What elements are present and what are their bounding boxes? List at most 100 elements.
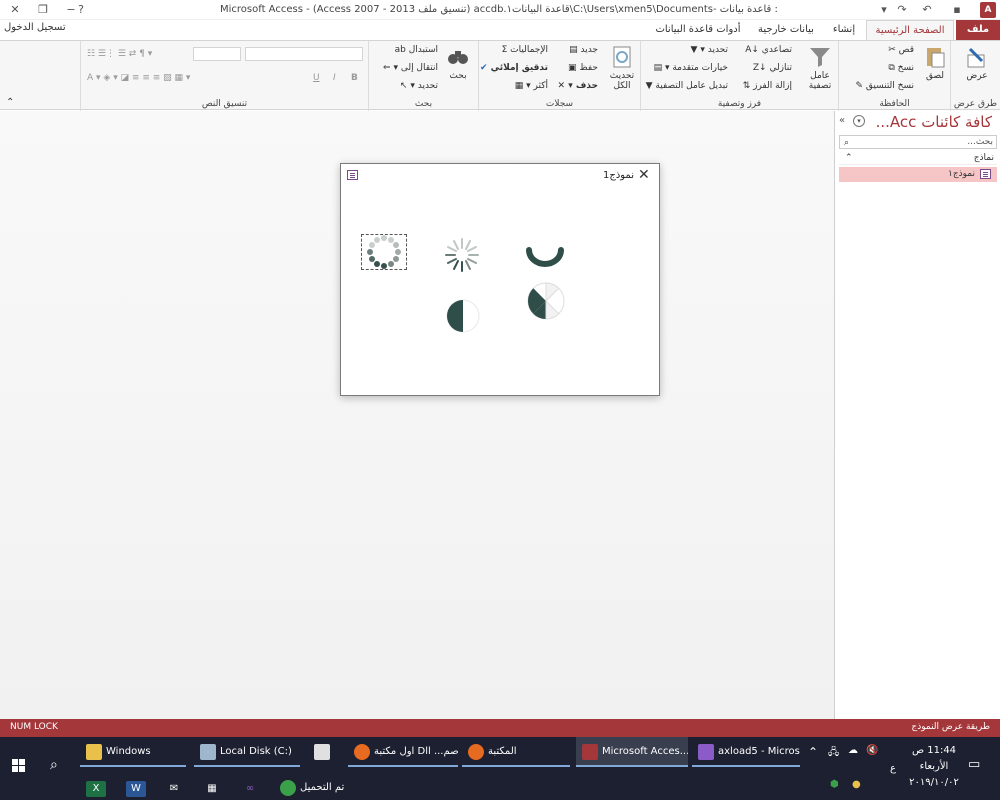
toggle-filter-icon: ▼ xyxy=(645,81,653,91)
selection-button[interactable]: تحديد ▾ ▼ xyxy=(691,45,728,55)
taskbar-item-firefox-2[interactable]: المكتبة xyxy=(462,737,570,767)
customize-qat-icon[interactable]: ▾ xyxy=(878,2,890,18)
nav-search-input[interactable]: بحث... ⌕ xyxy=(839,135,997,149)
taskbar-item-store[interactable] xyxy=(308,737,344,767)
view-button[interactable]: عرض xyxy=(961,45,993,81)
nav-search-placeholder: بحث... xyxy=(967,137,993,147)
group-label: طرق عرض xyxy=(953,99,998,109)
totals-button[interactable]: الإجماليات Σ xyxy=(502,45,548,55)
filter-button[interactable]: عامل تصفية xyxy=(803,45,837,91)
network-icon[interactable]: 🖧 xyxy=(828,745,839,762)
windows-start-icon[interactable] xyxy=(12,759,26,773)
more-button[interactable]: أكثر ▾ ▦ xyxy=(515,81,548,91)
collapse-ribbon-icon[interactable]: ⌃ xyxy=(6,97,14,108)
cut-button[interactable]: قص ✂ xyxy=(888,45,914,55)
show-hidden-icons-icon[interactable]: ⌃ xyxy=(808,745,818,759)
tab-database-tools[interactable]: أدوات قاعدة البيانات xyxy=(648,20,748,40)
font-name-select[interactable] xyxy=(245,47,363,61)
shield-icon[interactable]: ⬢ xyxy=(830,779,839,790)
spinner-dots-ring[interactable] xyxy=(361,234,407,270)
taskbar-item-access[interactable]: Microsoft Acces... xyxy=(576,737,688,767)
help-icon[interactable]: ? xyxy=(66,0,96,20)
group-label: بحث xyxy=(414,99,433,109)
search-icon[interactable]: ⌕ xyxy=(844,137,849,149)
goto-icon: ⇐ xyxy=(383,63,391,73)
italic-button[interactable]: I xyxy=(333,73,336,83)
taskbar-item-label: Local Disk (C:) xyxy=(220,746,292,757)
tab-create[interactable]: إنشاء xyxy=(824,20,864,40)
notifications-icon[interactable]: ▭ xyxy=(968,757,980,772)
volume-muted-icon[interactable]: 🔇 xyxy=(866,745,878,756)
tab-external-data[interactable]: بيانات خارجية xyxy=(750,20,822,40)
brush-icon: ✎ xyxy=(855,81,863,91)
search-icon[interactable]: ⌕ xyxy=(50,757,58,773)
language-indicator[interactable]: ع xyxy=(890,763,896,774)
nav-item-form1[interactable]: نموذج١ xyxy=(839,167,997,182)
firefox-icon xyxy=(468,744,484,760)
find-label: بحث xyxy=(449,71,467,81)
toggle-filter-button[interactable]: تبديل عامل التصفية ▼ xyxy=(646,81,728,91)
mail-icon[interactable]: ✉ xyxy=(164,781,184,797)
group-find: بحث استبدال ab انتقال إلى ▾ ⇐ تحديد ▾ ↖ … xyxy=(368,41,478,111)
advanced-filter-icon: ▤ xyxy=(653,63,663,73)
tab-home[interactable]: الصفحة الرئيسية xyxy=(866,20,954,40)
taskbar-item-download[interactable]: تم التحميل xyxy=(274,773,390,800)
font-size-select[interactable] xyxy=(193,47,241,61)
goto-button[interactable]: انتقال إلى ▾ ⇐ xyxy=(383,63,438,73)
save-icon[interactable]: ▪ xyxy=(950,2,964,18)
word-icon[interactable]: W xyxy=(126,781,146,797)
excel-icon[interactable]: X xyxy=(86,781,106,797)
restore-window-button[interactable]: ❐ xyxy=(28,0,58,20)
close-icon[interactable]: ✕ xyxy=(638,167,650,183)
descending-button[interactable]: تنازلي ↓Z xyxy=(753,63,792,73)
delete-record-button[interactable]: حذف ▾ ✕ xyxy=(558,81,598,91)
taskbar: ⌕ Windows Local Disk (C:) اول مكتبة Dll … xyxy=(0,737,1000,800)
taskbar-item-label: axload5 - Micros... xyxy=(718,746,800,757)
spelling-button[interactable]: تدقيق إملائي ✔ xyxy=(480,63,548,73)
advanced-button[interactable]: خيارات متقدمة ▾ ▤ xyxy=(654,63,728,73)
paste-button[interactable]: لصق xyxy=(921,45,949,81)
tab-file[interactable]: ملف xyxy=(956,20,1000,40)
infinity-icon[interactable]: ∞ xyxy=(240,781,260,797)
save-record-button[interactable]: حفظ ▣ xyxy=(568,63,598,73)
calculator-icon[interactable]: ▦ xyxy=(202,781,222,797)
remove-sort-button[interactable]: إزالة الفرز ⇅ xyxy=(743,81,792,91)
collapse-nav-icon[interactable]: « xyxy=(839,115,845,126)
ascending-button[interactable]: تصاعدي ↓A xyxy=(745,45,792,55)
goto-label: انتقال إلى xyxy=(400,63,438,73)
binoculars-icon xyxy=(448,51,468,64)
clock-time[interactable]: 11:44 ص xyxy=(904,745,964,756)
taskbar-item-windows[interactable]: Windows xyxy=(80,737,186,767)
format-painter-button[interactable]: نسخ التنسيق ✎ xyxy=(855,81,914,91)
undo-icon[interactable]: ↶ xyxy=(920,2,934,18)
copy-button[interactable]: نسخ ⧉ xyxy=(888,63,914,73)
select-button[interactable]: تحديد ▾ ↖ xyxy=(400,81,438,91)
refresh-all-button[interactable]: تحديث الكل xyxy=(607,45,637,91)
filter-icon xyxy=(810,48,830,67)
sign-in-link[interactable]: تسجيل الدخول xyxy=(4,22,66,33)
cloud-icon[interactable]: ☁ xyxy=(848,745,858,756)
bold-button[interactable]: B xyxy=(351,73,358,83)
close-window-button[interactable]: ✕ xyxy=(0,0,30,20)
taskbar-item-firefox-1[interactable]: اول مكتبة Dll ...اصم xyxy=(348,737,458,767)
nav-title[interactable]: كافة كائنات Acc... xyxy=(876,113,992,131)
spinner-arc xyxy=(526,247,564,267)
nav-group-forms[interactable]: نماذج ⌃ xyxy=(839,152,997,165)
taskbar-item-visual-studio[interactable]: axload5 - Micros... xyxy=(692,737,800,767)
clock-date[interactable]: ٢٠١٩/١٠/٠٢ xyxy=(904,777,964,788)
vs-icon xyxy=(698,744,714,760)
find-button[interactable]: بحث xyxy=(443,45,473,81)
new-record-button[interactable]: جديد ▤ xyxy=(569,45,598,55)
filter-label: عامل تصفية xyxy=(808,71,832,91)
select-label: تحديد xyxy=(417,81,438,91)
redo-icon[interactable]: ↷ xyxy=(895,2,909,18)
nav-menu-dropdown-icon[interactable]: ▾ xyxy=(853,115,865,127)
underline-button[interactable]: U xyxy=(313,73,320,83)
replace-button[interactable]: استبدال ab xyxy=(395,45,438,55)
num-lock-indicator: NUM LOCK xyxy=(10,722,58,732)
clock-day[interactable]: الأربعاء xyxy=(904,761,964,772)
format-painter-label: نسخ التنسيق xyxy=(865,81,914,91)
replace-icon: ab xyxy=(394,45,406,55)
tray-app-icon[interactable]: ● xyxy=(852,779,861,790)
taskbar-item-local-disk[interactable]: Local Disk (C:) xyxy=(194,737,300,767)
